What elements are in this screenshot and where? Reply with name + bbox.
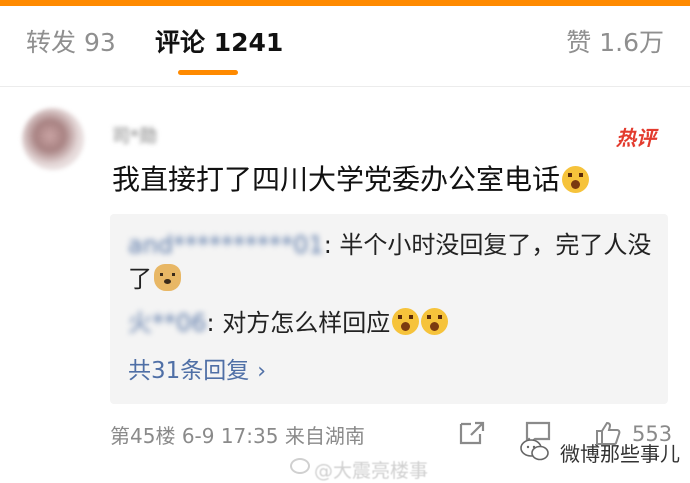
reply-username[interactable]: and**********01 xyxy=(128,231,324,259)
reply-text: : 对方怎么样回应 xyxy=(206,309,391,337)
chevron-right-icon: › xyxy=(257,359,267,384)
tab-likes[interactable]: 赞 1.6万 xyxy=(566,28,664,58)
like-count: 553 xyxy=(632,422,673,446)
hot-comment-badge: 热评 xyxy=(616,126,656,150)
weibo-icon xyxy=(290,458,310,474)
share-button[interactable] xyxy=(458,420,486,446)
reply-box[interactable]: and**********01: 半个小时没回复了，完了人没了 火**06: 对… xyxy=(110,214,668,404)
like-button[interactable] xyxy=(594,420,622,446)
reply-item[interactable]: and**********01: 半个小时没回复了，完了人没了 xyxy=(128,228,658,296)
tabs-divider xyxy=(0,86,690,87)
tab-bar: 转发 93 评论 1241 赞 1.6万 xyxy=(0,6,690,82)
reply-username[interactable]: 火**06 xyxy=(128,309,207,337)
comment-location: 来自湖南 xyxy=(284,424,365,448)
tab-comments[interactable]: 评论 1241 xyxy=(155,28,283,58)
comment-body: 我直接打了四川大学党委办公室电话 xyxy=(112,162,590,198)
scream-emoji-icon xyxy=(562,166,590,193)
comment-time: 6-9 17:35 xyxy=(181,424,279,448)
comment-text: 我直接打了四川大学党委办公室电话 xyxy=(112,163,561,196)
share-icon xyxy=(459,421,485,445)
tab-reposts[interactable]: 转发 93 xyxy=(26,28,116,58)
more-replies-link[interactable]: 共31条回复 › xyxy=(128,354,266,389)
avatar[interactable] xyxy=(22,108,84,170)
active-tab-indicator xyxy=(178,70,238,75)
doge-emoji-icon xyxy=(154,264,181,291)
comment-username[interactable]: 司*勋 xyxy=(112,122,157,148)
floor-number: 第45楼 xyxy=(110,424,176,448)
wechat-icon xyxy=(520,438,550,462)
scream-emoji-icon xyxy=(392,308,420,335)
scream-emoji-icon xyxy=(421,308,449,335)
thumbs-up-icon xyxy=(596,421,621,445)
reply-item[interactable]: 火**06: 对方怎么样回应 xyxy=(128,306,658,340)
comment-meta: 第45楼 6-9 17:35 来自湖南 xyxy=(110,422,365,450)
more-replies-label: 共31条回复 xyxy=(128,358,250,384)
watermark-text: @大震亮楼事 xyxy=(314,460,429,482)
